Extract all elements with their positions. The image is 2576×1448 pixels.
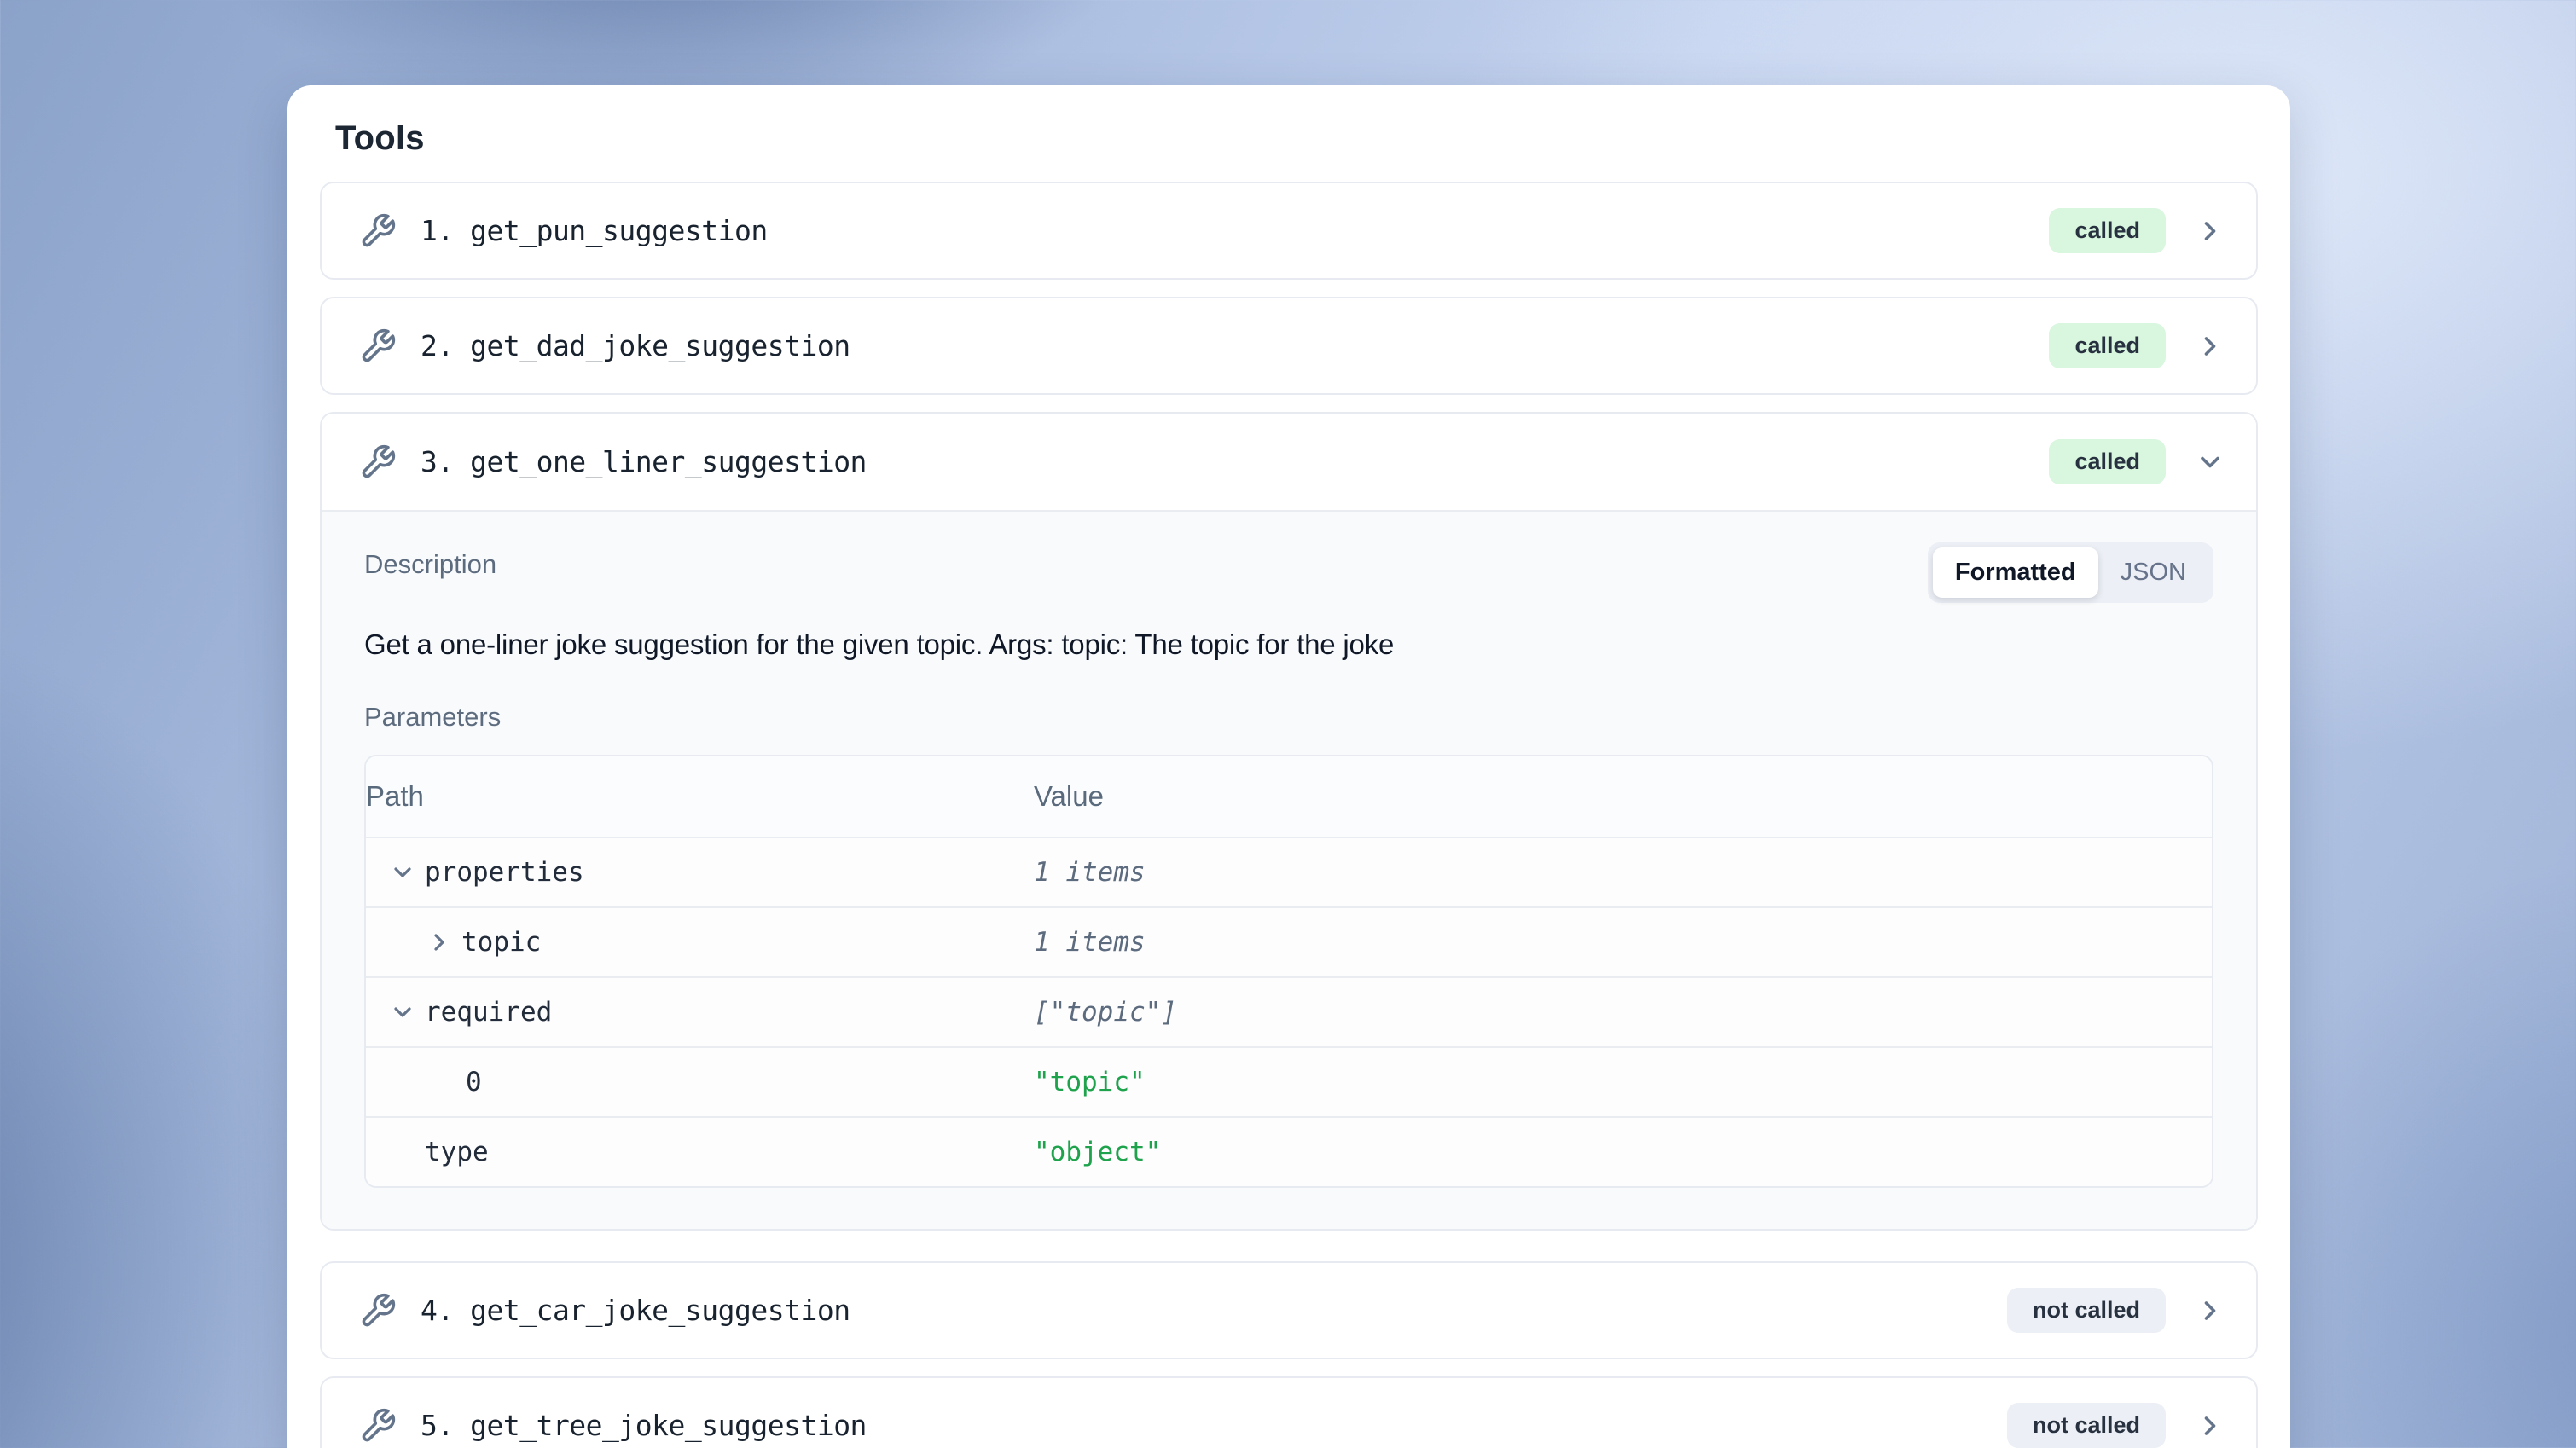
tool-row-get-tree-joke-suggestion[interactable]: 5. get_tree_joke_suggestion not called [320, 1376, 2258, 1448]
chevron-right-icon [2195, 216, 2225, 246]
panel-title: Tools [335, 119, 2258, 158]
parameters-table-header: Path Value [366, 756, 2212, 837]
param-value: "topic" [1034, 1048, 2212, 1116]
tool-description: Get a one-liner joke suggestion for the … [364, 628, 2213, 661]
formatted-toggle-button[interactable]: Formatted [1933, 547, 2098, 598]
tool-expanded-get-one-liner-suggestion: 3. get_one_liner_suggestion called Descr… [320, 412, 2258, 1231]
json-toggle-button[interactable]: JSON [2098, 547, 2208, 598]
chevron-right-icon [2195, 1295, 2225, 1326]
parameters-label: Parameters [364, 702, 2213, 733]
parameters-table: Path Value properties 1 items topic 1 [364, 755, 2213, 1188]
table-row-topic[interactable]: topic 1 items [366, 906, 2212, 976]
tool-detail-panel: Description Formatted JSON Get a one-lin… [322, 512, 2256, 1229]
chevron-down-icon[interactable] [389, 999, 416, 1026]
description-label: Description [364, 549, 496, 580]
chevron-right-icon [2195, 1410, 2225, 1441]
tool-name: 1. get_pun_suggestion [421, 214, 768, 247]
status-badge: not called [2007, 1288, 2166, 1333]
param-path: type [425, 1137, 489, 1167]
tool-name: 3. get_one_liner_suggestion [421, 445, 867, 478]
tool-name: 5. get_tree_joke_suggestion [421, 1409, 867, 1442]
status-badge: not called [2007, 1403, 2166, 1448]
param-path: required [425, 997, 552, 1028]
value-column-header: Value [1034, 756, 2212, 837]
view-mode-toggle: Formatted JSON [1928, 542, 2213, 603]
param-value: "object" [1034, 1118, 2212, 1186]
param-path: properties [425, 857, 584, 888]
tool-row-get-pun-suggestion[interactable]: 1. get_pun_suggestion called [320, 182, 2258, 280]
tool-name: 2. get_dad_joke_suggestion [421, 329, 850, 362]
param-value: 1 items [1034, 838, 2212, 906]
path-column-header: Path [366, 756, 1034, 837]
tool-row-get-car-joke-suggestion[interactable]: 4. get_car_joke_suggestion not called [320, 1261, 2258, 1359]
table-row-type: type "object" [366, 1116, 2212, 1186]
wrench-icon [359, 327, 397, 365]
table-row-properties[interactable]: properties 1 items [366, 837, 2212, 906]
table-row-required[interactable]: required ["topic"] [366, 976, 2212, 1046]
tools-panel: Tools 1. get_pun_suggestion called 2. ge… [287, 85, 2290, 1448]
tool-name: 4. get_car_joke_suggestion [421, 1294, 850, 1327]
tool-row-get-dad-joke-suggestion[interactable]: 2. get_dad_joke_suggestion called [320, 297, 2258, 395]
chevron-right-icon[interactable] [426, 929, 453, 956]
status-badge: called [2049, 208, 2166, 253]
param-value: 1 items [1034, 908, 2212, 976]
table-row-required-0: 0 "topic" [366, 1046, 2212, 1116]
param-path: topic [461, 927, 541, 958]
chevron-down-icon [2195, 447, 2225, 478]
tool-row-get-one-liner-suggestion[interactable]: 3. get_one_liner_suggestion called [322, 414, 2256, 512]
status-badge: called [2049, 439, 2166, 484]
wrench-icon [359, 1407, 397, 1445]
status-badge: called [2049, 323, 2166, 368]
chevron-down-icon[interactable] [389, 859, 416, 886]
param-value: ["topic"] [1034, 978, 2212, 1046]
wrench-icon [359, 443, 397, 481]
wrench-icon [359, 1292, 397, 1329]
param-path: 0 [466, 1067, 482, 1098]
wrench-icon [359, 212, 397, 250]
chevron-right-icon [2195, 331, 2225, 362]
